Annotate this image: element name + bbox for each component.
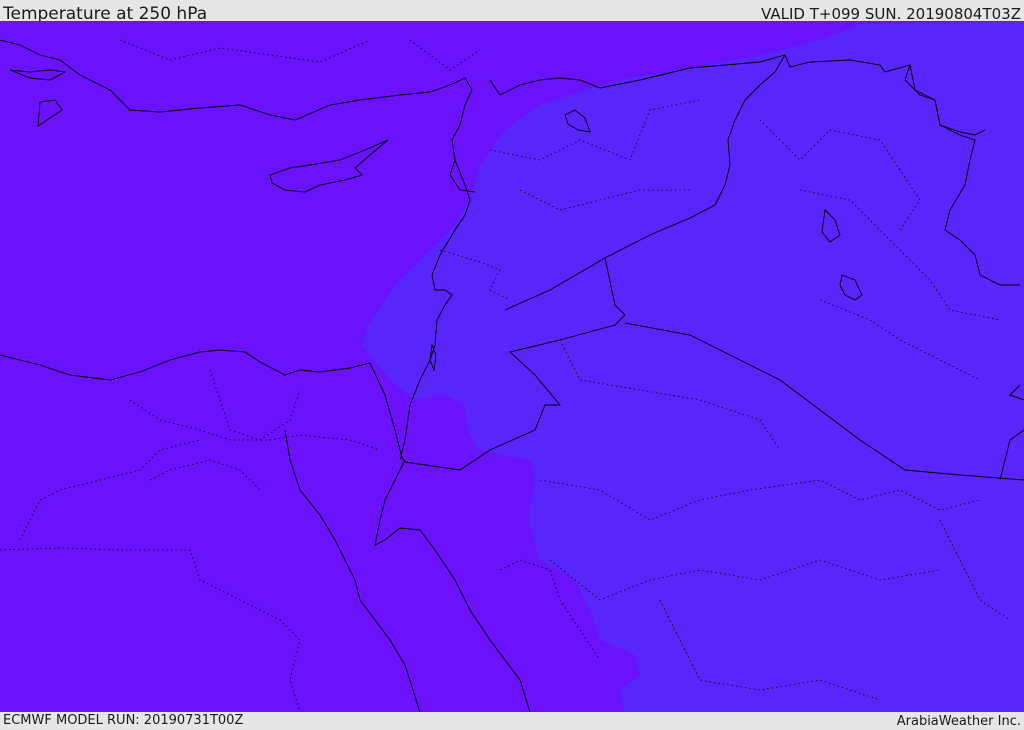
map-footer: ECMWF MODEL RUN: 20190731T00Z ArabiaWeat… (0, 712, 1024, 729)
temperature-map[interactable] (0, 21, 1024, 712)
provider-credit: ArabiaWeather Inc. (896, 714, 1021, 729)
model-run-label: ECMWF MODEL RUN: 20190731T00Z (3, 713, 244, 728)
map-header: Temperature at 250 hPa VALID T+099 SUN. … (0, 0, 1024, 24)
map-panel[interactable] (0, 21, 1024, 712)
